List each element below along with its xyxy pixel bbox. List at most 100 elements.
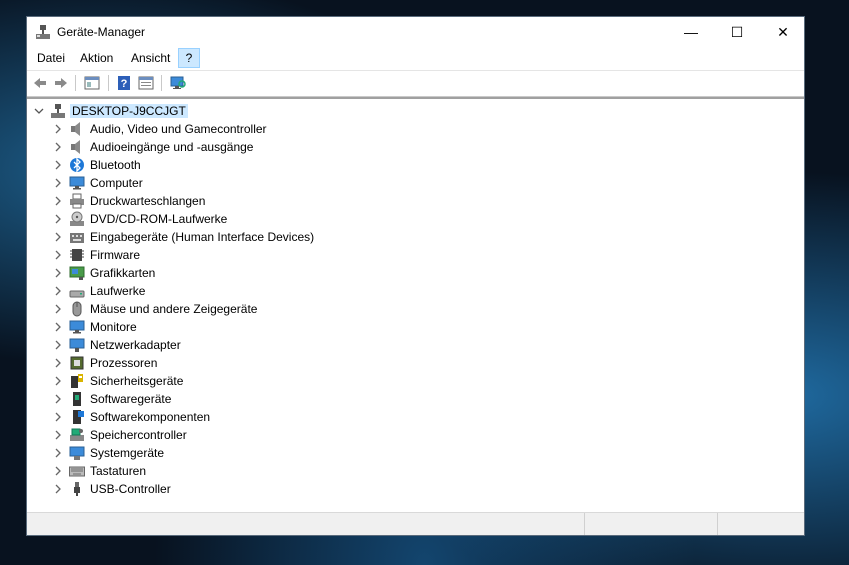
maximize-button[interactable]: ☐ [714, 17, 760, 47]
device-manager-app-icon [36, 25, 50, 39]
tree-category-label: Tastaturen [90, 464, 147, 478]
chevron-right-icon[interactable] [53, 303, 63, 315]
computer-icon [51, 104, 65, 118]
chevron-right-icon[interactable] [53, 429, 63, 441]
chevron-right-icon[interactable] [53, 249, 63, 261]
system-device-icon [69, 446, 85, 460]
scan-hardware-icon[interactable] [170, 75, 186, 91]
chevron-right-icon[interactable] [53, 483, 63, 495]
chevron-right-icon[interactable] [53, 375, 63, 387]
hid-icon [70, 233, 84, 243]
chevron-right-icon[interactable] [53, 285, 63, 297]
tree-category-label: Laufwerke [90, 284, 146, 298]
chevron-right-icon[interactable] [53, 447, 63, 459]
monitor-icon [69, 176, 85, 190]
menu-aktion[interactable]: Aktion [77, 50, 116, 66]
menu-datei[interactable]: Datei [34, 50, 68, 66]
close-button[interactable]: ✕ [760, 17, 806, 47]
tree-category-label: Sicherheitsgeräte [90, 374, 184, 388]
tree-category[interactable]: Laufwerke [27, 282, 804, 300]
device-tree[interactable]: DESKTOP-J9CCJGT Audio, Video und Gamecon… [27, 97, 804, 511]
keyboard-icon [69, 466, 85, 477]
disc-drive-icon [70, 211, 84, 226]
chevron-right-icon[interactable] [53, 177, 63, 189]
menu-ansicht[interactable]: Ansicht [128, 50, 173, 66]
chevron-right-icon[interactable] [53, 267, 63, 279]
tree-category[interactable]: Monitore [27, 318, 804, 336]
tree-category-label: Systemgeräte [90, 446, 165, 460]
chevron-right-icon[interactable] [53, 465, 63, 477]
tree-category-label: Eingabegeräte (Human Interface Devices) [90, 230, 315, 244]
status-bar [27, 512, 804, 535]
help-icon[interactable]: ? [116, 75, 132, 91]
tree-category[interactable]: Firmware [27, 246, 804, 264]
status-pane [717, 513, 806, 535]
tree-category[interactable]: Mäuse und andere Zeigegeräte [27, 300, 804, 318]
network-adapter-icon [69, 338, 85, 352]
tree-category[interactable]: Speichercontroller [27, 426, 804, 444]
tree-category[interactable]: Netzwerkadapter [27, 336, 804, 354]
device-manager-window: Geräte-Manager — ☐ ✕ Datei Aktion Ansich… [26, 16, 805, 536]
window-title: Geräte-Manager [57, 25, 146, 39]
back-icon[interactable] [32, 75, 48, 91]
title-bar[interactable]: Geräte-Manager — ☐ ✕ [27, 17, 804, 47]
chevron-right-icon[interactable] [53, 213, 63, 225]
chevron-right-icon[interactable] [53, 123, 63, 135]
chevron-right-icon[interactable] [53, 357, 63, 369]
tree-root-label: DESKTOP-J9CCJGT [70, 104, 188, 118]
chevron-right-icon[interactable] [53, 339, 63, 351]
tree-category[interactable]: Prozessoren [27, 354, 804, 372]
tree-category[interactable]: Softwarekomponenten [27, 408, 804, 426]
toolbar-separator [108, 75, 109, 91]
tree-category[interactable]: Computer [27, 174, 804, 192]
status-pane [584, 513, 717, 535]
properties-icon[interactable] [138, 75, 154, 91]
tree-category[interactable]: Bluetooth [27, 156, 804, 174]
chevron-right-icon[interactable] [53, 141, 63, 153]
tree-category[interactable]: DVD/CD-ROM-Laufwerke [27, 210, 804, 228]
speaker-icon [71, 122, 80, 136]
processor-icon [70, 356, 84, 370]
tree-category-label: Monitore [90, 320, 137, 334]
tree-category[interactable]: USB-Controller [27, 480, 804, 498]
tree-category[interactable]: Softwaregeräte [27, 390, 804, 408]
svg-text:?: ? [121, 78, 128, 90]
display-adapter-icon [69, 266, 85, 280]
tree-category[interactable]: Systemgeräte [27, 444, 804, 462]
tree-category-label: Speichercontroller [90, 428, 187, 442]
tree-root-computer[interactable]: DESKTOP-J9CCJGT [27, 102, 804, 120]
tree-category-label: Audioeingänge und -ausgänge [90, 140, 254, 154]
forward-icon[interactable] [53, 75, 69, 91]
tree-category[interactable]: Audioeingänge und -ausgänge [27, 138, 804, 156]
chevron-right-icon[interactable] [53, 195, 63, 207]
tree-category[interactable]: Sicherheitsgeräte [27, 372, 804, 390]
chevron-right-icon[interactable] [53, 159, 63, 171]
tree-category[interactable]: Tastaturen [27, 462, 804, 480]
printer-icon [70, 193, 84, 209]
usb-icon [74, 482, 80, 496]
tree-category-label: Druckwarteschlangen [90, 194, 206, 208]
tree-category-label: Netzwerkadapter [90, 338, 181, 352]
tree-category[interactable]: Eingabegeräte (Human Interface Devices) [27, 228, 804, 246]
tree-category-label: Softwaregeräte [90, 392, 172, 406]
tree-category[interactable]: Audio, Video und Gamecontroller [27, 120, 804, 138]
chevron-right-icon[interactable] [53, 321, 63, 333]
toolbar-separator [161, 75, 162, 91]
disk-drive-icon [69, 290, 85, 298]
show-hide-console-tree-icon[interactable] [84, 75, 100, 91]
tree-category-label: Grafikkarten [90, 266, 156, 280]
tree-category[interactable]: Grafikkarten [27, 264, 804, 282]
chevron-down-icon[interactable] [34, 105, 44, 117]
tree-category-label: Softwarekomponenten [90, 410, 211, 424]
tree-category-label: Audio, Video und Gamecontroller [90, 122, 267, 136]
tree-category[interactable]: Druckwarteschlangen [27, 192, 804, 210]
menu-help[interactable]: ? [178, 48, 200, 68]
toolbar: ? [27, 70, 804, 97]
software-device-icon [73, 392, 81, 406]
tree-category-label: Firmware [90, 248, 140, 262]
minimize-button[interactable]: — [668, 17, 714, 47]
software-component-icon [73, 410, 84, 424]
chevron-right-icon[interactable] [53, 411, 63, 423]
chevron-right-icon[interactable] [53, 393, 63, 405]
chevron-right-icon[interactable] [53, 231, 63, 243]
